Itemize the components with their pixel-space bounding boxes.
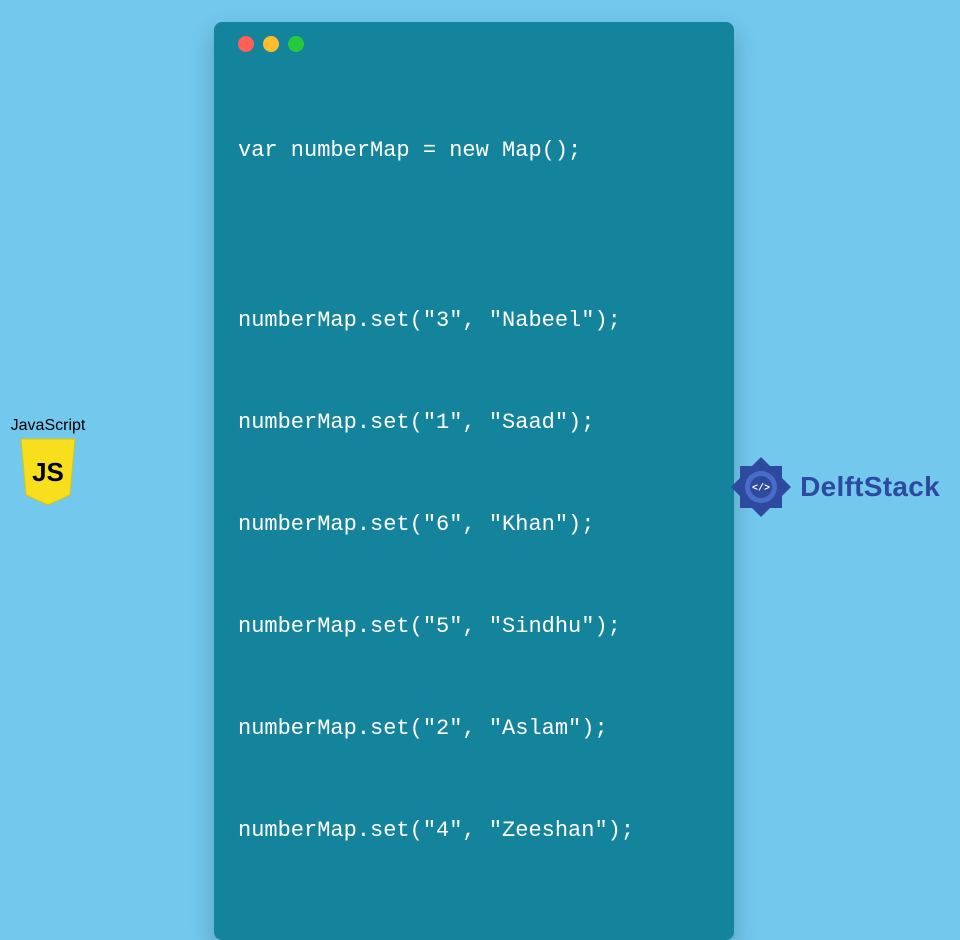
code-line: numberMap.set("4", "Zeeshan");	[238, 814, 710, 848]
code-window: var numberMap = new Map(); numberMap.set…	[214, 22, 734, 940]
delftstack-brand: </> DelftStack	[728, 454, 940, 520]
code-line: numberMap.set("1", "Saad");	[238, 406, 710, 440]
delftstack-logo-icon: </>	[728, 454, 794, 520]
code-block: var numberMap = new Map(); numberMap.set…	[238, 66, 710, 916]
brand-name: DelftStack	[800, 471, 940, 503]
code-line: numberMap.set("6", "Khan");	[238, 508, 710, 542]
shield-text: JS	[32, 457, 64, 487]
zoom-icon	[288, 36, 304, 52]
javascript-label: JavaScript	[4, 417, 92, 435]
javascript-badge: JavaScript JS	[4, 417, 92, 512]
close-icon	[238, 36, 254, 52]
window-traffic-lights	[238, 36, 710, 52]
minimize-icon	[263, 36, 279, 52]
code-line: numberMap.set("3", "Nabeel");	[238, 304, 710, 338]
svg-text:</>: </>	[752, 483, 770, 495]
javascript-shield-icon: JS	[17, 437, 79, 507]
code-line: numberMap.set("2", "Aslam");	[238, 712, 710, 746]
code-line: numberMap.set("5", "Sindhu");	[238, 610, 710, 644]
code-line: var numberMap = new Map();	[238, 134, 710, 168]
